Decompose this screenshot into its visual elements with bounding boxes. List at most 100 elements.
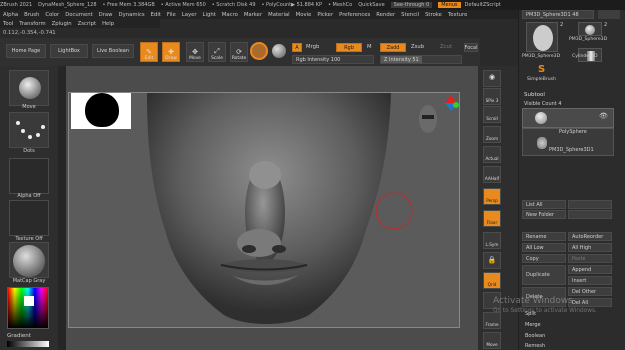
menu-document[interactable]: Document [65,12,92,18]
menu-render[interactable]: Render [376,12,395,18]
current-tool-name[interactable]: PM3D_Sphere3D1 48 [522,10,594,19]
brush-thumbnail[interactable] [9,70,49,106]
material-thumbnail[interactable] [9,242,49,278]
zsub-toggle[interactable]: Zsub [411,44,424,50]
bpr-button[interactable]: ◉ [483,70,501,87]
texture-thumbnail[interactable] [9,200,49,236]
menu-color[interactable]: Color [45,12,59,18]
brush-material-sphere[interactable] [250,42,268,60]
del-other-button[interactable]: Del Other [568,287,612,296]
del-all-button[interactable]: Del All [568,298,612,307]
focal-shift-slider[interactable]: Focal [464,43,478,52]
edit-mode-button[interactable]: ✎ Edit [140,42,158,62]
lsym-button[interactable]: L.Sym [483,232,501,249]
insert-button[interactable]: Insert [568,276,612,285]
menu-dynamics[interactable]: Dynamics [119,12,145,18]
live-boolean-button[interactable]: Live Boolean [92,44,134,58]
spix-button[interactable]: SPix 3 [483,88,501,105]
aahalf-button[interactable]: AAHalf [483,166,501,183]
navigation-head-gizmo[interactable] [417,101,439,137]
gradient-label[interactable]: Gradient [7,333,31,339]
subtool-item-2[interactable]: PolySphere PM3D_Sphere3D1 [522,128,614,156]
alpha-thumbnail[interactable] [9,158,49,194]
home-page-button[interactable]: Home Page [6,44,46,58]
menu-movie[interactable]: Movie [296,12,312,18]
zoom-button[interactable]: Zoom [483,126,501,143]
z-intensity-slider[interactable]: Z Intensity 51 [380,55,462,64]
draw-mode-button[interactable]: ✚ Draw [162,42,180,62]
scale-mode-button[interactable]: ⤢ Scale [208,42,226,62]
quicksave-button[interactable]: QuickSave [358,2,384,8]
zcut-toggle[interactable]: Zcut [440,44,452,50]
reference-image[interactable] [71,93,131,129]
menu-stencil[interactable]: Stencil [401,12,419,18]
rgb-intensity-slider[interactable]: Rgb Intensity 100 [292,55,374,64]
simplebrush-thumb[interactable]: S [538,64,550,76]
menu-layer[interactable]: Layer [182,12,197,18]
menu-macro[interactable]: Macro [222,12,238,18]
menu-zscript[interactable]: Zscript [78,21,96,27]
color-picker[interactable] [7,287,49,329]
subtool-item-1[interactable]: 👁 [522,108,614,128]
tool-r-button[interactable] [598,10,620,19]
mrgb-toggle[interactable]: Mrgb [306,44,319,50]
menu-light[interactable]: Light [203,12,216,18]
m-toggle[interactable]: M [367,44,372,50]
copy-button[interactable]: Copy [522,254,566,263]
paste-button[interactable]: Paste [568,254,612,263]
gradient-bar[interactable] [7,341,49,347]
boolean-button[interactable]: Boolean [522,331,612,340]
floor-button[interactable]: Floor [483,210,501,227]
menu-zplugin[interactable]: Zplugin [52,21,72,27]
menu-preferences[interactable]: Preferences [339,12,370,18]
menu-file[interactable]: File [167,12,176,18]
menu-picker[interactable]: Picker [317,12,333,18]
rgb-toggle[interactable]: Rgb [336,43,362,52]
zadd-toggle[interactable]: Zadd [380,43,406,52]
rotate-mode-button[interactable]: ⟳ Rotate [230,42,248,62]
menu-edit[interactable]: Edit [151,12,161,18]
subtool-title[interactable]: Subtool [524,92,545,98]
move-view-button[interactable]: Move [483,332,501,349]
new-folder-button[interactable]: New Folder [522,210,566,219]
menu-marker[interactable]: Marker [244,12,262,18]
menu-stroke[interactable]: Stroke [425,12,442,18]
visible-count[interactable]: Visible Count 4 [524,101,562,107]
frame-button[interactable]: Frame [483,312,501,329]
lock-button[interactable]: 🔒 [483,252,501,269]
duplicate-button[interactable]: Duplicate [522,265,566,285]
menu-texture[interactable]: Texture [448,12,467,18]
stroke-thumbnail[interactable] [9,112,49,148]
document-viewport[interactable] [68,92,460,328]
main-color-swatch[interactable] [24,296,34,306]
subtool-visibility-icon[interactable]: 👁 [599,112,608,120]
list-all-button[interactable]: List All [522,200,566,209]
menu-transform[interactable]: Transform [19,21,45,27]
tool-thumb-1[interactable] [526,22,558,52]
actual-button[interactable]: Actual [483,146,501,163]
menu-draw[interactable]: Draw [99,12,113,18]
left-tray-scroll[interactable] [58,66,66,350]
qrid-button[interactable]: Qrid [483,272,501,289]
menu-help[interactable]: Help [102,21,114,27]
menus-button[interactable]: Menus [438,2,461,8]
append-button[interactable]: Append [568,265,612,274]
rename-button[interactable]: Rename [522,232,566,241]
all-low-button[interactable]: All Low [522,243,566,252]
all-high-button[interactable]: All High [568,243,612,252]
axis-gizmo[interactable] [443,95,459,111]
gyro-sphere-icon[interactable] [272,44,286,58]
default-script-button[interactable]: DefaultZScript [465,2,501,8]
menu-material[interactable]: Material [268,12,290,18]
autoreorder-button[interactable]: AutoReorder [568,232,612,241]
move-mode-button[interactable]: ✥ Move [186,42,204,62]
persp-button[interactable]: Persp [483,188,501,205]
subtool-move-buttons[interactable] [568,210,612,219]
remesh-button[interactable]: Remesh [522,341,612,350]
tool-thumb-2[interactable] [578,22,602,36]
a-button[interactable]: A [292,43,302,52]
menu-alpha[interactable]: Alpha [3,12,18,18]
lightbox-button[interactable]: LightBox [50,44,88,58]
scroll-button[interactable]: Scroll [483,106,501,123]
see-through-slider[interactable]: See-through 0 [390,2,433,8]
